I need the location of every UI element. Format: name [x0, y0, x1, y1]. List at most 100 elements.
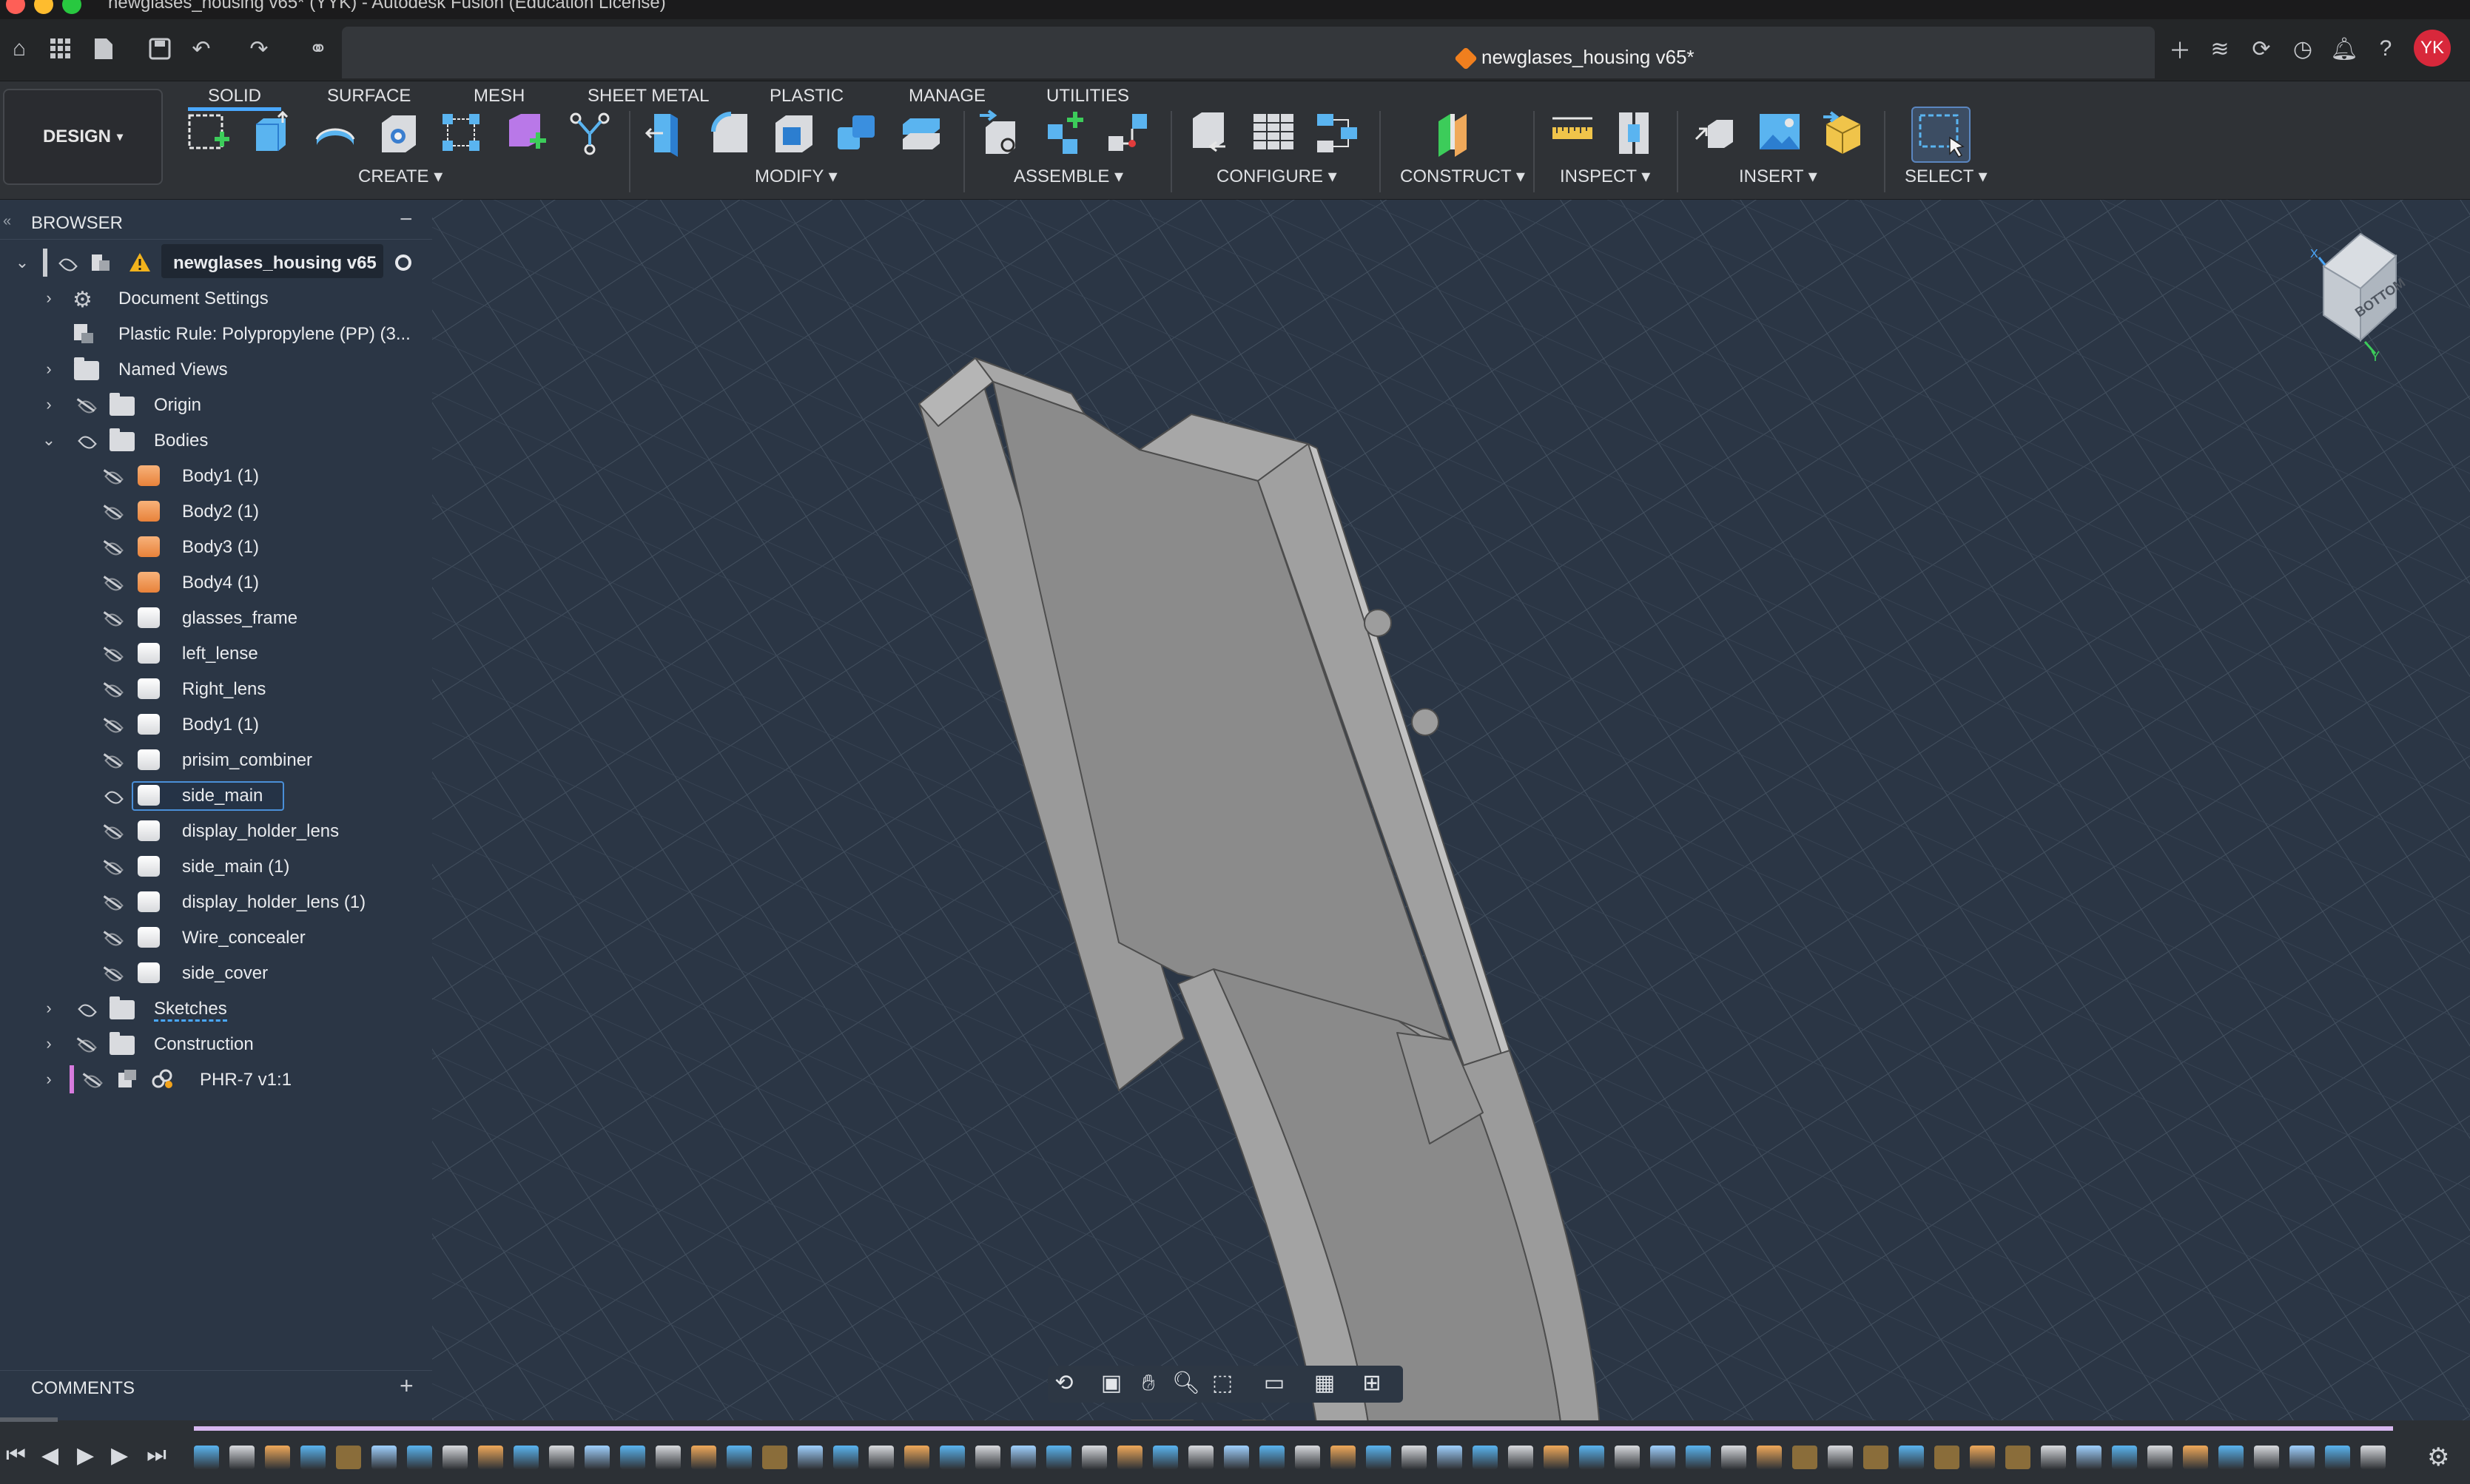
viewports-icon[interactable]: ⊞	[1359, 1370, 1385, 1397]
chevron-right-icon[interactable]: ›	[40, 1034, 58, 1053]
step-back-icon[interactable]: ◀︎	[41, 1443, 58, 1468]
tree-item-component[interactable]: › PHR-7 v1:1	[0, 1062, 432, 1096]
body-row[interactable]: Body4 (1)	[0, 565, 432, 599]
user-avatar[interactable]: YK	[2414, 30, 2451, 67]
hidden-eye-icon[interactable]	[74, 1036, 96, 1051]
timeline-feature-icon[interactable]	[833, 1446, 858, 1469]
timeline-feature-icon[interactable]	[798, 1446, 823, 1469]
group-construct[interactable]: CONSTRUCT ▾	[1400, 166, 1525, 187]
timeline-feature-icon[interactable]	[1650, 1446, 1675, 1469]
body-row[interactable]: side_main (1)	[0, 849, 432, 883]
hidden-eye-icon[interactable]	[101, 859, 123, 874]
job-status-icon[interactable]: ◷	[2288, 34, 2318, 64]
body-row[interactable]: side_main	[0, 778, 432, 812]
timeline-feature-icon[interactable]	[1224, 1446, 1249, 1469]
tab-solid[interactable]: SOLID	[188, 81, 281, 111]
step-forward-icon[interactable]: ▶︎	[111, 1443, 128, 1468]
timeline-feature-icon[interactable]	[1259, 1446, 1285, 1469]
hidden-eye-icon[interactable]	[101, 965, 123, 980]
timeline-feature-icon[interactable]	[2183, 1446, 2208, 1469]
insert-derive-icon[interactable]	[1693, 109, 1739, 157]
visibility-eye-icon[interactable]	[74, 1001, 96, 1016]
visibility-eye-icon[interactable]	[74, 433, 96, 448]
visibility-eye-icon[interactable]	[101, 788, 123, 803]
fit-icon[interactable]: ⬚	[1209, 1370, 1236, 1397]
play-icon[interactable]: ▶︎	[77, 1443, 94, 1468]
hole-icon[interactable]	[376, 109, 422, 157]
extrude-icon[interactable]	[249, 109, 295, 157]
body-row[interactable]: Body3 (1)	[0, 530, 432, 564]
timeline-feature-icon[interactable]	[549, 1446, 574, 1469]
go-to-start-icon[interactable]: ⏮︎	[6, 1443, 26, 1468]
zoom-icon[interactable]: 🔍︎	[1172, 1370, 1200, 1397]
orbit-icon[interactable]: ⟲	[1051, 1370, 1077, 1397]
tree-item-origin[interactable]: › Origin	[0, 388, 432, 422]
timeline-feature-icon[interactable]	[1757, 1446, 1782, 1469]
minimize-browser-icon[interactable]: −	[400, 207, 413, 232]
hidden-eye-icon[interactable]	[101, 681, 123, 696]
pan-icon[interactable]: ✋︎	[1135, 1370, 1162, 1397]
timeline-feature-icon[interactable]	[904, 1446, 929, 1469]
interference-icon[interactable]	[1613, 109, 1659, 157]
close-window-button[interactable]	[6, 0, 25, 14]
body-row[interactable]: Body2 (1)	[0, 494, 432, 528]
hidden-eye-icon[interactable]	[101, 823, 123, 838]
tree-item-named-views[interactable]: › Named Views	[0, 352, 432, 386]
tree-item-sketches[interactable]: › Sketches	[0, 991, 432, 1025]
bell-icon[interactable]: 🔔︎	[2329, 34, 2359, 64]
chevron-right-icon[interactable]: ›	[40, 360, 58, 379]
timeline-feature-icon[interactable]	[2112, 1446, 2137, 1469]
go-to-end-icon[interactable]: ⏭︎	[147, 1443, 166, 1468]
timeline-feature-icon[interactable]	[2289, 1446, 2315, 1469]
group-configure[interactable]: CONFIGURE ▾	[1217, 166, 1337, 187]
create-form-icon[interactable]	[503, 109, 549, 157]
timeline-feature-icon[interactable]	[1011, 1446, 1036, 1469]
timeline-feature-icon[interactable]	[1579, 1446, 1604, 1469]
maximize-window-button[interactable]	[62, 0, 81, 14]
chevron-down-icon[interactable]: ⌄	[13, 253, 31, 272]
new-component-icon[interactable]	[978, 109, 1024, 157]
display-settings-icon[interactable]: ▭	[1261, 1370, 1288, 1397]
tab-manage[interactable]: MANAGE	[909, 81, 986, 111]
file-icon[interactable]	[89, 34, 118, 64]
timeline-feature-icon[interactable]	[1899, 1446, 1924, 1469]
timeline-feature-icon[interactable]	[620, 1446, 645, 1469]
timeline-feature-icon[interactable]	[656, 1446, 681, 1469]
measure-icon[interactable]	[1549, 109, 1595, 157]
grid-apps-icon[interactable]	[46, 34, 75, 64]
group-select[interactable]: SELECT ▾	[1905, 166, 1988, 187]
look-at-icon[interactable]: ▣	[1098, 1370, 1125, 1397]
redo-icon[interactable]: ↷	[244, 34, 274, 64]
minimize-window-button[interactable]	[34, 0, 53, 14]
body-row[interactable]: Body1 (1)	[0, 459, 432, 493]
timeline-feature-icon[interactable]	[300, 1446, 326, 1469]
tab-sheet-metal[interactable]: SHEET METAL	[588, 81, 709, 111]
derive-icon[interactable]	[567, 109, 613, 157]
grid-settings-icon[interactable]: ▦	[1311, 1370, 1338, 1397]
timeline-feature-icon[interactable]	[336, 1446, 361, 1469]
timeline-feature-icon[interactable]	[691, 1446, 716, 1469]
timeline-feature-icon[interactable]	[762, 1446, 787, 1469]
fillet-icon[interactable]	[707, 109, 753, 157]
group-create[interactable]: CREATE ▾	[358, 166, 442, 187]
chevron-right-icon[interactable]: ›	[40, 1070, 58, 1089]
tree-root[interactable]: ⌄ newglases_housing v65	[0, 246, 432, 280]
timeline-feature-icon[interactable]	[2076, 1446, 2101, 1469]
as-built-joint-icon[interactable]	[1106, 109, 1151, 157]
group-assemble[interactable]: ASSEMBLE ▾	[1014, 166, 1123, 187]
tree-item-plastic-rule[interactable]: Plastic Rule: Polypropylene (PP) (3...	[0, 317, 432, 351]
joint-icon[interactable]	[1042, 109, 1088, 157]
body-row[interactable]: Wire_concealer	[0, 920, 432, 954]
offset-face-icon[interactable]	[898, 109, 944, 157]
configuration-rules-icon[interactable]	[1314, 109, 1360, 157]
timeline-feature-icon[interactable]	[478, 1446, 503, 1469]
home-icon[interactable]: ⌂	[4, 34, 34, 64]
hidden-eye-icon[interactable]	[101, 468, 123, 483]
hidden-eye-icon[interactable]	[101, 752, 123, 767]
hidden-eye-icon[interactable]	[101, 930, 123, 945]
timeline-feature-icon[interactable]	[1437, 1446, 1462, 1469]
body-row[interactable]: left_lense	[0, 636, 432, 670]
timeline-feature-icon[interactable]	[1970, 1446, 1995, 1469]
timeline-feature-icon[interactable]	[1792, 1446, 1817, 1469]
timeline-feature-icon[interactable]	[2325, 1446, 2350, 1469]
